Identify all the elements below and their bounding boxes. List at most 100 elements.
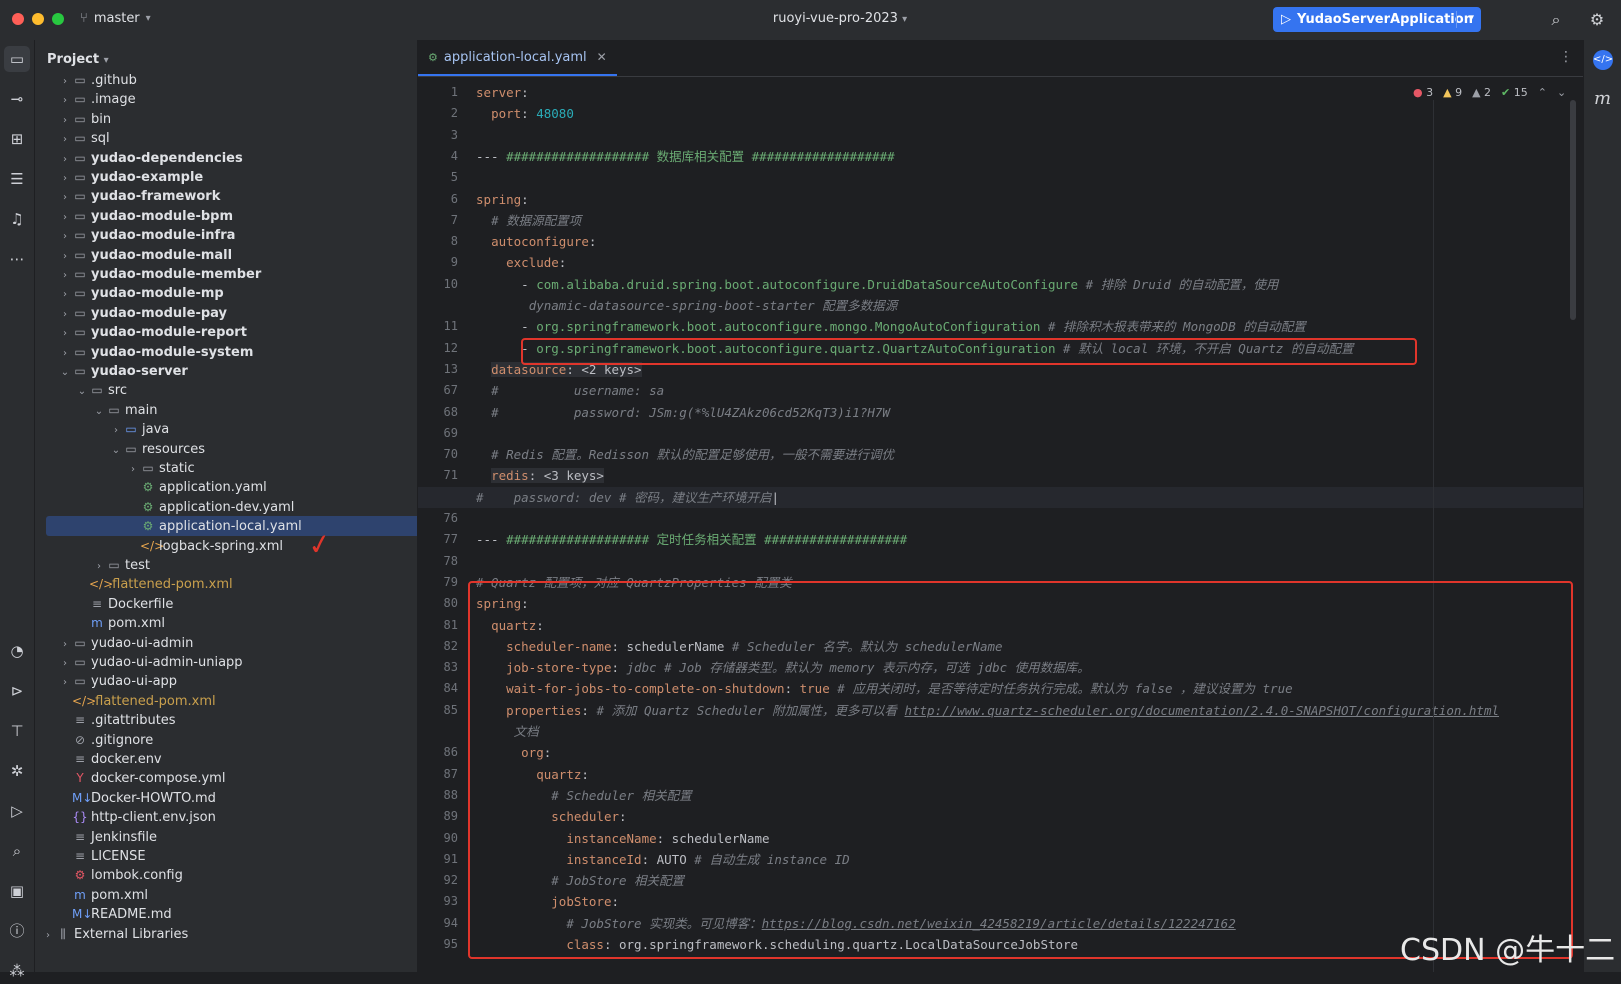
tree-item[interactable]: ≡ LICENSE [35,846,417,866]
code-line[interactable]: - org.springframework.boot.autoconfigure… [476,316,1306,337]
line-number: 81 [443,617,458,632]
tree-item[interactable]: </>logback-spring.xml [35,536,417,556]
maven-icon[interactable]: m [1594,88,1611,109]
gear-icon[interactable]: ⚙ [1587,10,1607,30]
editor-scrollbar[interactable] [1570,100,1576,320]
code-line[interactable]: autoconfigure: [476,231,596,252]
tree-item[interactable]: › ▭ .github [35,70,417,90]
tree-item[interactable]: › ▭ yudao-module-mall [35,245,417,265]
tree-item[interactable]: ⌄ ▭ resources [35,439,417,459]
tree-item-label: test [125,558,150,573]
tree-item[interactable]: › ▭ yudao-module-infra [35,225,417,245]
tree-item[interactable]: › ▭ .image [35,89,417,109]
code-line[interactable]: # username: sa [476,380,664,401]
code-line[interactable]: - com.alibaba.druid.spring.boot.autoconf… [476,274,1278,295]
tree-item[interactable]: Ydocker-compose.yml [35,768,417,788]
tree-item[interactable]: › ▭ yudao-ui-admin [35,633,417,653]
code-line[interactable]: # password: dev # 密码，建议生产环境开启| [418,486,1583,508]
tree-item[interactable]: ⌄ ▭ yudao-server [35,361,417,381]
zoom-window-button[interactable] [52,13,64,25]
folder-open-icon: ▭ [91,383,103,398]
line-number: 5 [450,170,458,185]
tree-item[interactable]: › ▭ yudao-module-pay [35,303,417,323]
tree-item[interactable]: ≡ .gitattributes [35,710,417,730]
tree-item[interactable]: </>.flattened-pom.xml [35,691,417,711]
chevron-right-icon[interactable]: › [41,926,55,946]
tree-item[interactable]: › ▭ yudao-dependencies [35,148,417,168]
code-line[interactable]: exclude: [476,252,566,273]
tree-item[interactable]: › ▭ yudao-module-bpm [35,206,417,226]
more-vertical-icon[interactable]: ⋮ [1559,49,1573,65]
run-icon[interactable]: ▷ [4,798,30,824]
search-icon[interactable]: ⌕ [1546,10,1566,30]
tree-item[interactable]: › ▭ yudao-module-report [35,322,417,342]
vcs-icon[interactable]: ⁂ [4,958,30,984]
tree-item[interactable]: › ▭ java [35,419,417,439]
tree-item[interactable]: ⌄ ▭ src [35,380,417,400]
code-line[interactable]: port: 48080 [476,103,574,124]
tree-item[interactable]: M↓Docker-HOWTO.md [35,788,417,808]
more-icon[interactable]: ⋯ [4,246,30,272]
tree-item[interactable]: › ▭ yudao-module-member [35,264,417,284]
tree-item[interactable]: › ▭ test [35,555,417,575]
chevron-down-icon[interactable]: ▾ [1468,11,1474,24]
tree-item[interactable]: ⚙ application.yaml [35,477,417,497]
debug-bug-icon[interactable]: ✲ [4,758,30,784]
tree-item[interactable]: › ▭ static [35,458,417,478]
tree-item-label: yudao-module-pay [91,305,227,321]
tree-item[interactable]: m pom.xml [35,885,417,905]
tree-item[interactable]: ⚙ lombok.config [35,865,417,885]
code-line[interactable]: server: [476,82,529,103]
tree-item[interactable]: › ▭ yudao-module-mp [35,283,417,303]
tree-item[interactable]: ≡ docker.env [35,749,417,769]
tree-item[interactable]: ⊘ .gitignore [35,730,417,750]
code-line[interactable]: # password: JSm:g(*%lU4ZAkz06cd52KqT3)i1… [476,402,890,423]
tree-item[interactable]: M↓README.md [35,904,417,924]
minimize-window-button[interactable] [32,13,44,25]
chevron-down-icon: ▾ [902,14,908,25]
tree-item[interactable]: › ⫼ External Libraries [35,924,417,946]
tree-item[interactable]: › ▭ sql [35,128,417,148]
tree-item[interactable]: {} http-client.env.json [35,807,417,827]
tree-item[interactable]: ⚙ application-dev.yaml [35,497,417,517]
tree-item[interactable]: ⚙ application-local.yaml [46,516,417,537]
problems-icon[interactable]: ⓘ [4,918,30,944]
database-icon[interactable]: ☰ [4,166,30,192]
run-configuration-button[interactable]: ▷ YudaoServerApplication ▾ [1273,7,1481,32]
tree-item[interactable]: </>.flattened-pom.xml [35,574,417,594]
tree-item[interactable]: › ▭ yudao-example [35,167,417,187]
code-line[interactable]: # 数据源配置项 [476,210,581,231]
tree-item[interactable]: › ▭ bin [35,109,417,129]
tree-item[interactable]: › ▭ yudao-module-system [35,342,417,362]
tree-item[interactable]: m pom.xml [35,613,417,633]
search-icon[interactable]: ⌕ [4,838,30,864]
structure-icon[interactable]: ⊞ [4,126,30,152]
terminal-icon[interactable]: ▣ [4,878,30,904]
tree-item[interactable]: ≡ Jenkinsfile [35,827,417,847]
notification-bell-icon[interactable]: ♫ [4,206,30,232]
code-line[interactable]: --- ################### 数据库相关配置 ########… [476,146,895,167]
commit-icon[interactable]: ⊸ [4,86,30,112]
code-line[interactable]: dynamic-datasource-spring-boot-starter 配… [476,295,898,316]
project-panel-title[interactable]: Project ▾ [47,52,109,67]
folder-icon[interactable]: ▭ [4,46,30,72]
code-line[interactable]: redis: <3 keys> [476,465,604,486]
tab-application-local-yaml[interactable]: ⚙ application-local.yaml ✕ [418,40,617,76]
ai-assistant-icon[interactable]: </> [1593,50,1613,70]
close-window-button[interactable] [12,13,24,25]
profiler-icon[interactable]: ◔ [4,638,30,664]
project-selector[interactable]: ruoyi-vue-pro-2023 ▾ [720,11,960,26]
code-line[interactable]: # Redis 配置。Redisson 默认的配置足够使用，一般不需要进行调优 [476,444,894,465]
branch-selector[interactable]: ⑂ master ▾ [80,11,151,26]
tree-item[interactable]: ⌄ ▭ main [35,400,417,420]
build-hammer-icon[interactable]: ⊤ [4,718,30,744]
tree-item[interactable]: ≡ Dockerfile [35,594,417,614]
tree-item[interactable]: › ▭ yudao-ui-app [35,671,417,691]
code-line[interactable]: spring: [476,189,529,210]
services-icon[interactable]: ⊳ [4,678,30,704]
xml-file-icon: </> [89,577,114,592]
code-line[interactable]: --- ################### 定时任务相关配置 #######… [476,529,907,550]
tree-item[interactable]: › ▭ yudao-framework [35,186,417,206]
close-icon[interactable]: ✕ [597,50,607,64]
tree-item[interactable]: › ▭ yudao-ui-admin-uniapp [35,652,417,672]
